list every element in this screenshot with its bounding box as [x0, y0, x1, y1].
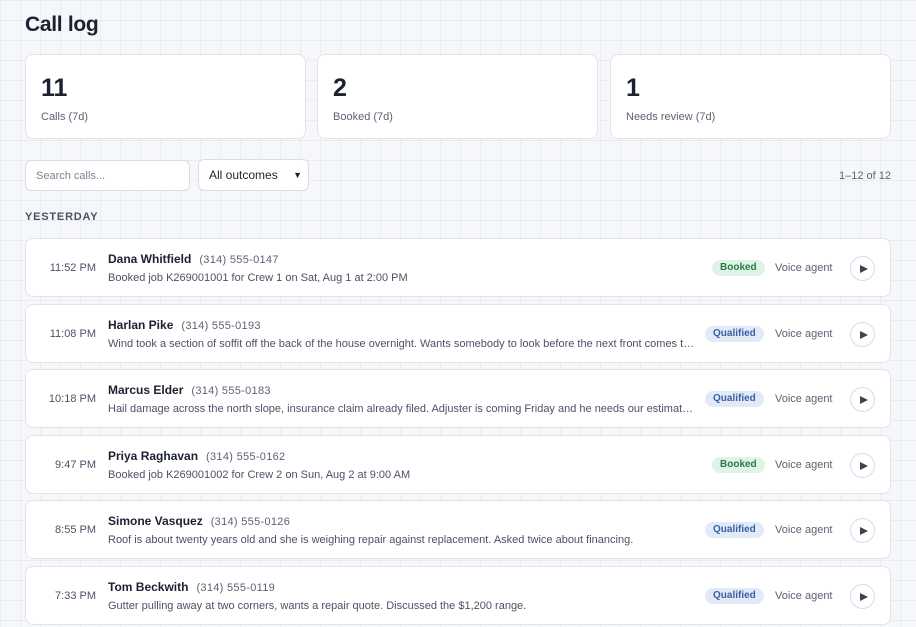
call-time: 11:52 PM	[49, 262, 96, 274]
call-summary: Hail damage across the north slope, insu…	[108, 403, 696, 415]
caller-name: Simone Vasquez (314) 555-0126	[108, 514, 290, 528]
outcome-badge: Qualified	[705, 522, 764, 538]
stat-card-calls: 11 Calls (7d)	[25, 54, 306, 139]
page-title: Call log	[25, 13, 99, 36]
caller-phone: (314) 555-0162	[206, 451, 286, 463]
section-label: YESTERDAY	[25, 211, 99, 223]
call-time: 7:33 PM	[55, 590, 96, 602]
call-row[interactable]: 11:52 PM Dana Whitfield (314) 555-0147 Bo…	[25, 238, 891, 297]
stat-value: 2	[333, 74, 347, 102]
call-row[interactable]: 7:33 PM Tom Beckwith (314) 555-0119 Gutte…	[25, 566, 891, 625]
outcome-badge: Qualified	[705, 326, 764, 342]
stat-value: 11	[41, 74, 68, 102]
caller-phone: (314) 555-0193	[181, 320, 261, 332]
play-icon	[859, 330, 868, 339]
outcome-badge: Qualified	[705, 391, 764, 407]
agent-label: Voice agent	[775, 393, 833, 405]
call-summary: Roof is about twenty years old and she i…	[108, 534, 634, 546]
agent-label: Voice agent	[775, 262, 833, 274]
call-time: 9:47 PM	[55, 459, 96, 471]
outcome-badge: Qualified	[705, 588, 764, 604]
stats-row: 11 Calls (7d) 2 Booked (7d) 1 Needs revi…	[25, 54, 891, 139]
stat-label: Booked (7d)	[333, 111, 393, 123]
caller-name: Priya Raghavan (314) 555-0162	[108, 449, 285, 463]
call-row[interactable]: 10:18 PM Marcus Elder (314) 555-0183 Hail…	[25, 369, 891, 428]
play-icon	[859, 461, 868, 470]
caller-name-text: Marcus Elder	[108, 383, 184, 397]
play-icon	[859, 592, 868, 601]
stat-label: Calls (7d)	[41, 111, 89, 123]
call-summary: Gutter pulling away at two corners, want…	[108, 600, 527, 612]
outcome-select-value: All outcomes	[209, 168, 278, 182]
chevron-down-icon: ▼	[293, 170, 302, 180]
agent-label: Voice agent	[775, 328, 833, 340]
outcome-select[interactable]: All outcomes ▼	[198, 159, 309, 191]
call-summary: Booked job K269001001 for Crew 1 on Sat,…	[108, 272, 408, 284]
caller-name: Dana Whitfield (314) 555-0147	[108, 252, 279, 266]
call-time: 8:55 PM	[55, 524, 96, 536]
agent-label: Voice agent	[775, 459, 833, 471]
caller-name-text: Priya Raghavan	[108, 449, 199, 463]
play-button[interactable]	[850, 387, 875, 412]
caller-name-text: Dana Whitfield	[108, 252, 192, 266]
stat-card-booked: 2 Booked (7d)	[317, 54, 598, 139]
caller-phone: (314) 555-0126	[210, 516, 291, 528]
play-icon	[859, 526, 868, 535]
caller-name-text: Harlan Pike	[108, 318, 174, 332]
agent-label: Voice agent	[775, 590, 833, 602]
call-time: 11:08 PM	[49, 328, 96, 340]
caller-name: Marcus Elder (314) 555-0183	[108, 383, 271, 397]
caller-phone: (314) 555-0147	[199, 254, 279, 266]
call-row[interactable]: 9:47 PM Priya Raghavan (314) 555-0162 Boo…	[25, 435, 891, 494]
play-button[interactable]	[850, 584, 875, 609]
play-button[interactable]	[850, 322, 875, 347]
play-icon	[859, 264, 868, 273]
play-button[interactable]	[850, 518, 875, 543]
play-button[interactable]	[850, 453, 875, 478]
caller-phone: (314) 555-0119	[196, 582, 276, 594]
caller-phone: (314) 555-0183	[191, 385, 271, 397]
search-input[interactable]	[25, 160, 190, 191]
outcome-badge: Booked	[712, 260, 765, 276]
play-button[interactable]	[850, 256, 875, 281]
call-row[interactable]: 8:55 PM Simone Vasquez (314) 555-0126 Roo…	[25, 500, 891, 559]
call-row[interactable]: 11:08 PM Harlan Pike (314) 555-0193 Wind …	[25, 304, 891, 363]
stat-label: Needs review (7d)	[626, 111, 716, 123]
agent-label: Voice agent	[775, 524, 833, 536]
result-count: 1–12 of 12	[839, 170, 891, 182]
outcome-badge: Booked	[712, 457, 765, 473]
call-summary: Wind took a section of soffit off the ba…	[108, 338, 696, 350]
play-icon	[859, 395, 868, 404]
stat-value: 1	[626, 74, 640, 102]
caller-name: Harlan Pike (314) 555-0193	[108, 318, 261, 332]
caller-name-text: Simone Vasquez	[108, 514, 203, 528]
call-time: 10:18 PM	[48, 393, 96, 405]
stat-card-needs-review: 1 Needs review (7d)	[610, 54, 891, 139]
caller-name: Tom Beckwith (314) 555-0119	[108, 580, 275, 594]
caller-name-text: Tom Beckwith	[108, 580, 189, 594]
call-summary: Booked job K269001002 for Crew 2 on Sun,…	[108, 469, 411, 481]
